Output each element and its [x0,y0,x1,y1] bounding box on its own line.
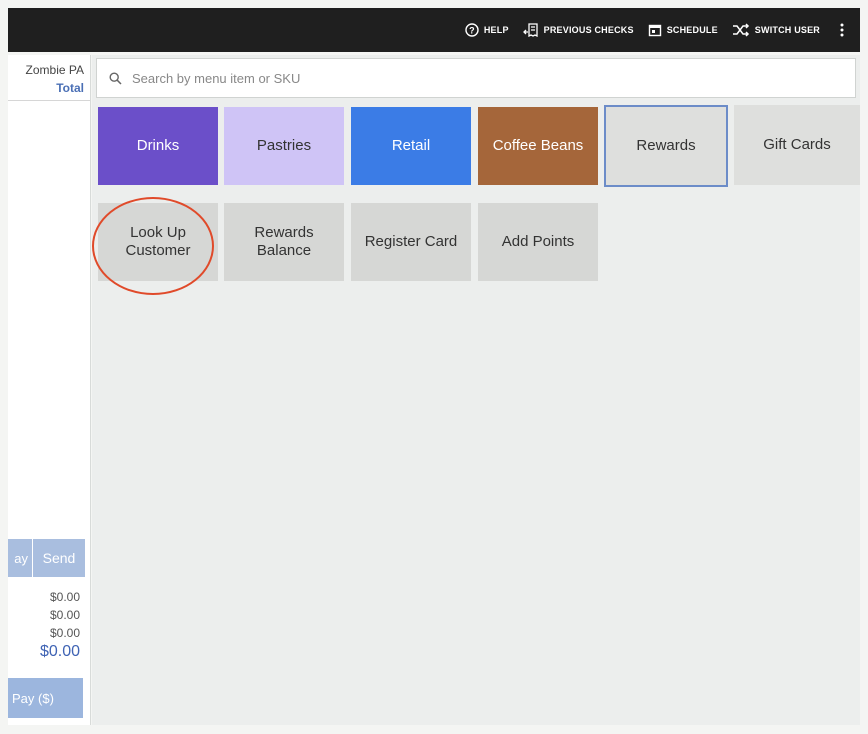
category-rewards[interactable]: Rewards [604,105,728,187]
more-menu-button[interactable] [834,23,850,37]
search-bar[interactable] [96,58,856,98]
rewards-balance-button[interactable]: Rewards Balance [224,203,344,281]
switch-user-label: SWITCH USER [754,25,820,35]
ticket-partial-button[interactable]: ay [8,539,32,577]
top-bar: ? HELP PREVIOUS CHECKS SCHEDULE SWITCH U… [8,8,860,52]
ticket-divider [8,100,90,101]
schedule-button[interactable]: SCHEDULE [648,23,718,37]
kebab-menu-icon [840,23,844,37]
category-pastries[interactable]: Pastries [224,107,344,185]
order-ticket-panel: Zombie PA Total ay Send $0.00 $0.00 $0.0… [8,55,91,725]
category-drinks[interactable]: Drinks [98,107,218,185]
add-points-button[interactable]: Add Points [478,203,598,281]
send-button[interactable]: Send [33,539,85,577]
previous-checks-button[interactable]: PREVIOUS CHECKS [522,23,634,37]
help-icon: ? [465,23,479,37]
help-button[interactable]: ? HELP [465,23,509,37]
schedule-label: SCHEDULE [666,25,718,35]
category-gift-cards[interactable]: Gift Cards [734,105,860,185]
top-actions: ? HELP PREVIOUS CHECKS SCHEDULE SWITCH U… [465,8,850,52]
previous-checks-label: PREVIOUS CHECKS [543,25,634,35]
pay-button[interactable]: Pay ($) [8,678,83,718]
menu-area: Drinks Pastries Retail Coffee Beans Rewa… [92,55,860,725]
grand-total-amount: $0.00 [39,643,80,660]
discount-amount: $0.00 [49,626,80,640]
register-card-button[interactable]: Register Card [351,203,471,281]
search-input[interactable] [130,69,855,87]
shuffle-icon [732,23,749,37]
subtotal-amount: $0.00 [49,590,80,604]
svg-text:?: ? [469,26,475,36]
ticket-item-name[interactable]: Zombie PA [26,63,84,77]
switch-user-button[interactable]: SWITCH USER [732,23,820,37]
search-icon [109,71,122,85]
calendar-icon [648,24,661,37]
receipt-back-icon [522,23,538,37]
category-coffee-beans[interactable]: Coffee Beans [478,107,598,185]
tax-amount: $0.00 [49,608,80,622]
look-up-customer-button[interactable]: Look Up Customer [98,203,218,281]
ticket-total-header: Total [56,81,84,95]
category-retail[interactable]: Retail [351,107,471,185]
help-label: HELP [483,25,509,35]
